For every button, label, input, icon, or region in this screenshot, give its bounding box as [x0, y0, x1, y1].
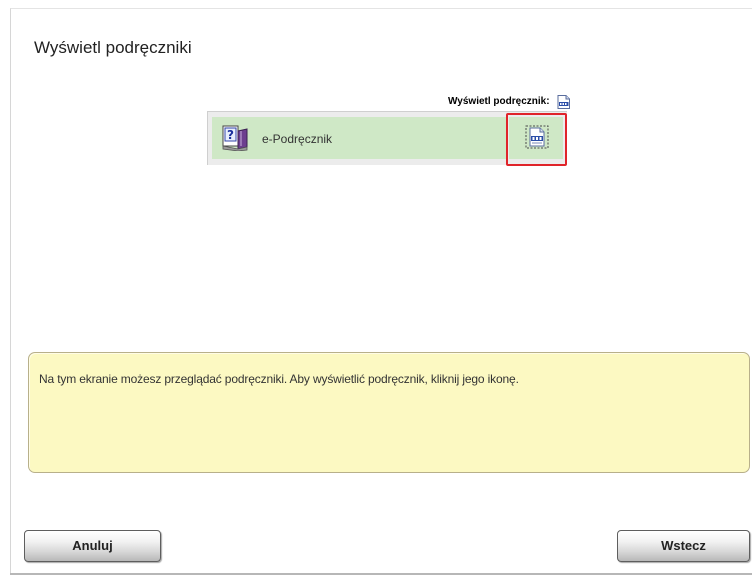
- window-bottom-border: [10, 573, 752, 575]
- svg-text:?: ?: [227, 128, 234, 142]
- manual-item-e-podrecznik[interactable]: ? e-Podręcznik: [212, 117, 508, 159]
- info-panel: Na tym ekranie możesz przeglądać podręcz…: [28, 352, 750, 473]
- back-button[interactable]: Wstecz: [617, 530, 750, 562]
- pdf-icon-highlight: [506, 113, 567, 166]
- view-manual-header: Wyświetl podręcznik:: [380, 93, 570, 109]
- help-book-icon: ?: [222, 125, 248, 151]
- cancel-button[interactable]: Anuluj: [24, 530, 161, 562]
- info-text: Na tym ekranie możesz przeglądać podręcz…: [39, 372, 519, 386]
- view-manual-label: Wyświetl podręcznik:: [448, 96, 550, 108]
- manual-item-label: e-Podręcznik: [262, 132, 333, 146]
- pdf-icon: [557, 94, 570, 109]
- page-title: Wyświetl podręczniki: [34, 38, 192, 57]
